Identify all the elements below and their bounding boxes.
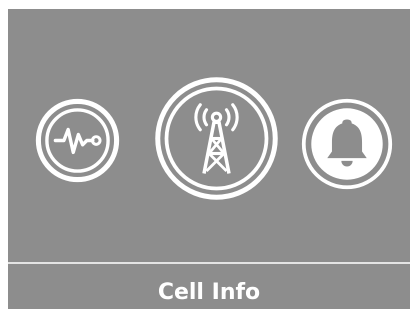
bell-icon — [301, 98, 393, 190]
alarm-menu-button[interactable] — [300, 97, 394, 191]
device-frame: Cell Info — [0, 0, 419, 318]
cell-info-menu-button[interactable] — [154, 76, 279, 201]
signal-waveform-icon — [35, 98, 120, 183]
menu-caption: Cell Info — [157, 280, 261, 305]
divider — [8, 262, 410, 264]
menu-screen: Cell Info — [8, 9, 410, 309]
signal-menu-button[interactable] — [35, 98, 120, 183]
cell-tower-icon — [155, 77, 278, 200]
